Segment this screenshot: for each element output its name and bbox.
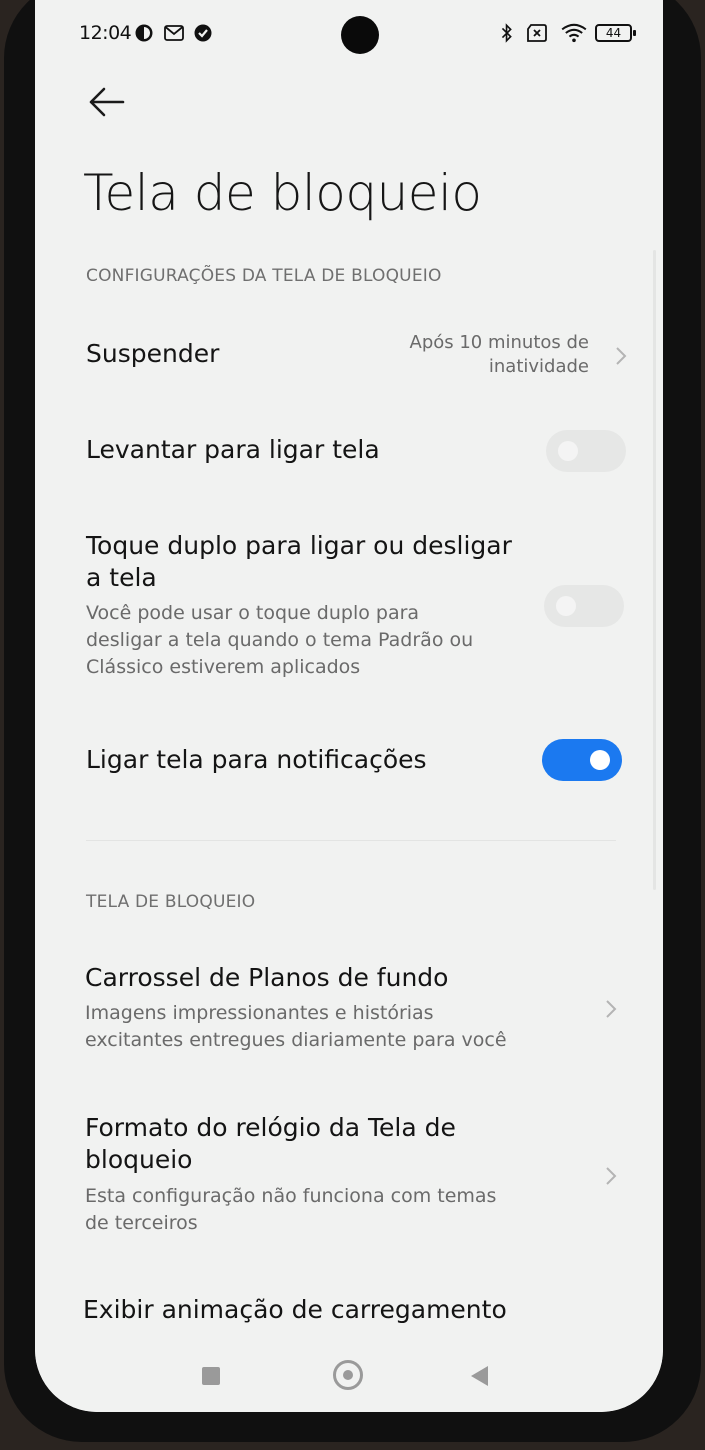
chevron-right-icon bbox=[606, 1000, 617, 1018]
double-tap-desc-line3: Clássico estiverem aplicados bbox=[86, 656, 361, 678]
clock-format-desc-line2: de terceiros bbox=[85, 1212, 198, 1234]
clock-format-desc-line1: Esta configuração não funciona com temas bbox=[85, 1185, 497, 1207]
charging-animation-title: Exibir animação de carregamento bbox=[83, 1295, 507, 1324]
status-bar: 12:04 44 bbox=[35, 16, 663, 54]
double-tap-toggle[interactable] bbox=[544, 585, 624, 627]
clock-format-setting[interactable]: Formato do relógio da Tela de bloqueio E… bbox=[35, 1110, 663, 1240]
chevron-right-icon bbox=[606, 1167, 617, 1185]
battery-icon: 44 bbox=[595, 22, 637, 44]
suspend-title: Suspender bbox=[86, 339, 220, 368]
wallpaper-carousel-description: Imagens impressionantes e histórias exci… bbox=[85, 1000, 507, 1054]
clock-format-title: Formato do relógio da Tela de bloqueio bbox=[85, 1112, 456, 1176]
wallpaper-carousel-desc-line2: excitantes entregues diariamente para vo… bbox=[85, 1029, 507, 1051]
suspend-value: Após 10 minutos de inatividade bbox=[410, 331, 590, 379]
raise-to-wake-setting[interactable]: Levantar para ligar tela bbox=[35, 416, 663, 488]
double-tap-title-line2: a tela bbox=[86, 563, 157, 592]
wallpaper-carousel-title: Carrossel de Planos de fundo bbox=[85, 963, 449, 992]
raise-to-wake-toggle[interactable] bbox=[546, 430, 626, 472]
suspend-value-line2: inatividade bbox=[488, 356, 589, 377]
section-header-lock-screen: TELA DE BLOQUEIO bbox=[86, 892, 256, 912]
double-tap-desc-line2: desligar a tela quando o tema Padrão ou bbox=[86, 629, 474, 651]
status-time: 12:04 bbox=[79, 22, 132, 44]
data-saver-icon bbox=[135, 24, 153, 42]
back-button[interactable] bbox=[87, 84, 127, 120]
wake-on-notifications-setting[interactable]: Ligar tela para notificações bbox=[35, 724, 663, 796]
scrollbar[interactable] bbox=[653, 250, 656, 890]
wake-on-notifications-toggle[interactable] bbox=[542, 739, 622, 781]
gmail-icon bbox=[164, 25, 184, 41]
double-tap-setting[interactable]: Toque duplo para ligar ou desligar a tel… bbox=[35, 526, 663, 686]
suspend-value-line1: Após 10 minutos de bbox=[409, 332, 590, 353]
clock-format-title-line1: Formato do relógio da Tela de bbox=[85, 1113, 456, 1142]
check-circle-icon bbox=[194, 24, 212, 42]
wallpaper-carousel-setting[interactable]: Carrossel de Planos de fundo Imagens imp… bbox=[35, 958, 663, 1058]
wake-on-notifications-title: Ligar tela para notificações bbox=[86, 745, 427, 774]
page-title: Tela de bloqueio bbox=[83, 164, 482, 222]
raise-to-wake-title: Levantar para ligar tela bbox=[86, 435, 380, 464]
double-tap-description: Você pode usar o toque duplo para deslig… bbox=[86, 600, 473, 681]
double-tap-title-line1: Toque duplo para ligar ou desligar bbox=[86, 531, 512, 560]
bluetooth-icon bbox=[501, 23, 512, 43]
wallpaper-carousel-desc-line1: Imagens impressionantes e histórias bbox=[85, 1002, 434, 1024]
home-button[interactable] bbox=[333, 1360, 363, 1390]
no-sim-icon bbox=[527, 24, 547, 42]
settings-page: 12:04 44 Tela de bloqueio CONFIGURAÇÕES … bbox=[35, 0, 663, 1412]
screen: 12:04 44 Tela de bloqueio CONFIGURAÇÕES … bbox=[35, 0, 663, 1412]
charging-animation-setting[interactable]: Exibir animação de carregamento bbox=[35, 1290, 663, 1350]
wifi-icon bbox=[561, 23, 587, 43]
section-header-lock-settings: CONFIGURAÇÕES DA TELA DE BLOQUEIO bbox=[86, 266, 442, 286]
suspend-setting[interactable]: Suspender Após 10 minutos de inatividade bbox=[35, 320, 663, 392]
front-camera bbox=[341, 16, 379, 54]
clock-format-description: Esta configuração não funciona com temas… bbox=[85, 1183, 496, 1237]
section-divider bbox=[86, 840, 616, 841]
double-tap-title: Toque duplo para ligar ou desligar a tel… bbox=[86, 530, 512, 594]
double-tap-desc-line1: Você pode usar o toque duplo para bbox=[86, 602, 420, 624]
chevron-right-icon bbox=[616, 347, 627, 365]
recents-button[interactable] bbox=[202, 1367, 220, 1385]
battery-level: 44 bbox=[605, 26, 622, 40]
clock-format-title-line2: bloqueio bbox=[85, 1145, 193, 1174]
nav-back-button[interactable] bbox=[471, 1366, 488, 1386]
navigation-bar bbox=[35, 1350, 663, 1400]
